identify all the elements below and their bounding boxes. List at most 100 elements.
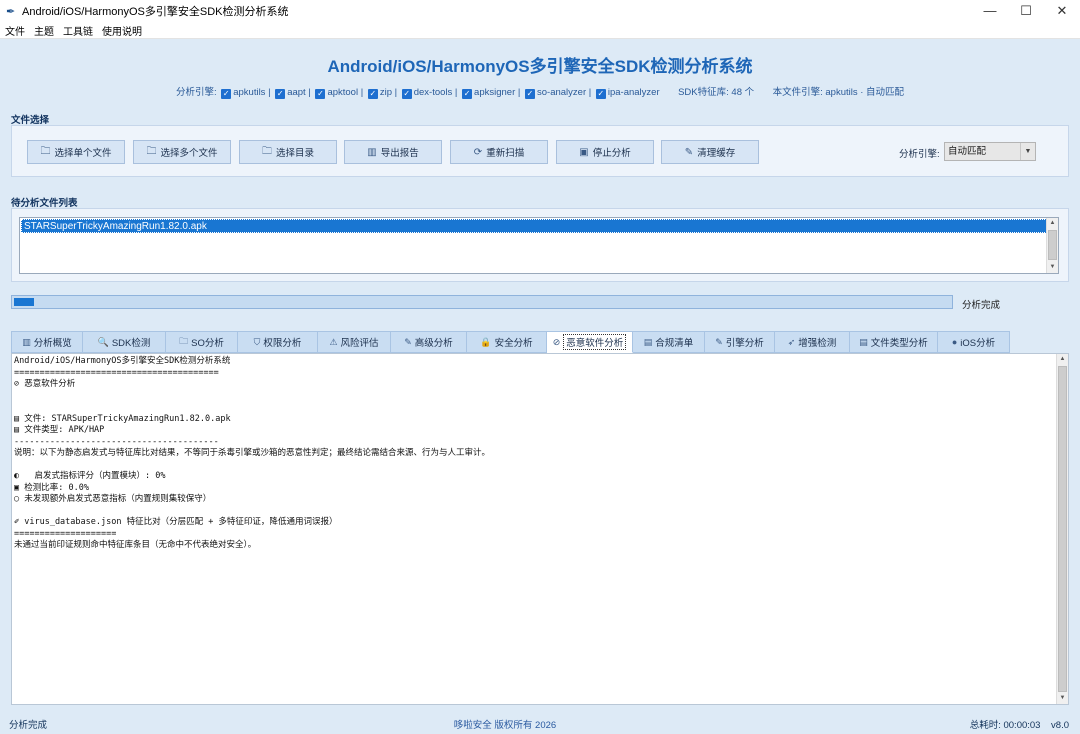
- tab-4[interactable]: ⚠ 风险评估: [318, 331, 391, 353]
- engine-name: dex-tools: [413, 87, 453, 98]
- scroll-up-icon[interactable]: ▲: [1047, 218, 1058, 229]
- rocket-icon: ➶: [787, 336, 796, 347]
- tab-8[interactable]: ▤ 合规清单: [633, 331, 705, 353]
- engine-name: zip: [379, 87, 392, 98]
- tab-10[interactable]: ➶ 增强检测: [775, 331, 850, 353]
- select-files-button[interactable]: 🗀 选择多个文件: [133, 140, 231, 164]
- button-label: 选择目录: [275, 148, 314, 159]
- menu-theme[interactable]: 主题: [34, 23, 54, 38]
- tab-label: 风险评估: [340, 338, 379, 349]
- tab-label: 高级分析: [414, 338, 453, 349]
- scroll-down-icon[interactable]: ▼: [1057, 693, 1068, 704]
- stop-button[interactable]: ▣ 停止分析: [556, 140, 654, 164]
- output-line: ◯ 未发现额外启发式恶意指标（内置规则集较保守）: [14, 494, 212, 504]
- minimize-button[interactable]: —: [972, 0, 1008, 22]
- title-bar: ✒ Android/iOS/HarmonyOS多引擎安全SDK检测分析系统 — …: [0, 0, 1080, 22]
- tab-1[interactable]: 🔍 SDK检测: [83, 331, 166, 353]
- engine-bar: 分析引擎: ✓ apkutils | ✓ aapt | ✓ apktool | ✓ zi…: [175, 87, 905, 99]
- rescan-button[interactable]: ⟳ 重新扫描: [450, 140, 548, 164]
- clear-cache-button[interactable]: ✎ 清理缓存: [661, 140, 759, 164]
- engine-select-value: 自动匹配: [948, 146, 987, 157]
- select-file-button[interactable]: 🗀 选择单个文件: [27, 140, 125, 164]
- tab-0[interactable]: ▥ 分析概览: [11, 331, 83, 353]
- tab-11[interactable]: ▤ 文件类型分析: [850, 331, 938, 353]
- checkbox-apkutils[interactable]: ✓: [221, 89, 232, 99]
- folder-icon: 🗀: [146, 145, 157, 157]
- checkbox-so-analyzer[interactable]: ✓: [525, 89, 535, 99]
- tab-label: SDK检测: [111, 338, 151, 349]
- output-text: Android/iOS/HarmonyOS多引擎安全SDK检测分析系统 =====…: [14, 356, 490, 552]
- tab-bar: ▥ 分析概览 🔍 SDK检测 🗀 SO分析 ⛉ 权限分析 ⚠ 风险评估 ✎ 高级分析 🔒 安全分析 ⊘ 恶意软…: [11, 331, 1010, 353]
- tab-3[interactable]: ⛉ 权限分析: [238, 331, 318, 353]
- tab-label: 安全分析: [494, 338, 533, 349]
- select-dir-button[interactable]: 🗀 选择目录: [239, 140, 337, 164]
- checkbox-aapt[interactable]: ✓: [275, 89, 286, 99]
- scroll-up-icon[interactable]: ▲: [1057, 354, 1068, 365]
- engine-name: apktool: [327, 87, 359, 98]
- maximize-button[interactable]: ☐: [1008, 0, 1044, 22]
- engine-name: so-analyzer: [537, 87, 587, 98]
- menu-help[interactable]: 使用说明: [102, 23, 142, 38]
- button-label: 重新扫描: [486, 148, 525, 159]
- output-text-area[interactable]: Android/iOS/HarmonyOS多引擎安全SDK检测分析系统 =====…: [11, 353, 1069, 705]
- tab-2[interactable]: 🗀 SO分析: [166, 331, 238, 353]
- chevron-down-icon[interactable]: ▼: [1020, 143, 1035, 160]
- output-line: ✐ virus_database.json 特征比对（分层匹配 + 多特征印证，…: [14, 517, 338, 527]
- button-label: 清理缓存: [697, 148, 736, 159]
- menu-file[interactable]: 文件: [5, 23, 25, 38]
- button-label: 导出报告: [380, 148, 419, 159]
- button-label: 停止分析: [592, 148, 631, 159]
- lock-icon: 🔒: [480, 336, 492, 347]
- export-report-button[interactable]: ▥ 导出报告: [344, 140, 442, 164]
- engine-name: ipa-analyzer: [607, 87, 660, 98]
- folder-icon: 🗀: [179, 336, 189, 346]
- file-list[interactable]: STARSuperTrickyAmazingRun1.82.0.apk ▲ ▼: [19, 217, 1059, 274]
- apple-icon: ●: [951, 337, 958, 347]
- tab-9[interactable]: ✎ 引擎分析: [705, 331, 775, 353]
- file-list-scrollbar[interactable]: ▲ ▼: [1046, 218, 1058, 273]
- list-item[interactable]: STARSuperTrickyAmazingRun1.82.0.apk: [21, 219, 1047, 233]
- status-right: 总耗时: 00:00:03 v8.0: [970, 717, 1069, 731]
- progress-fill: [12, 296, 36, 308]
- checkbox-apksigner[interactable]: ✓: [462, 89, 473, 99]
- refresh-icon: ⟳: [473, 146, 483, 158]
- menu-toolchain[interactable]: 工具链: [63, 23, 93, 38]
- link-icon: ⊘: [552, 336, 561, 347]
- checkbox-ipa-analyzer[interactable]: ✓: [595, 89, 606, 99]
- checkbox-dex-tools[interactable]: ✓: [401, 89, 412, 99]
- document-icon: ▤: [643, 336, 653, 347]
- engine-select[interactable]: 自动匹配 ▼: [944, 142, 1036, 161]
- chart-icon: ▥: [367, 146, 377, 158]
- pencil-icon: ✎: [404, 336, 412, 347]
- tab-7[interactable]: ⊘ 恶意软件分析: [547, 331, 633, 353]
- tab-label: 分析概览: [33, 338, 72, 349]
- output-line: ----------------------------------------: [14, 436, 219, 447]
- output-line: ========================================: [14, 367, 219, 378]
- warning-icon: ⚠: [329, 336, 338, 347]
- progress-bar: [11, 295, 953, 309]
- search-icon: 🔍: [97, 336, 109, 347]
- output-line: ⊘ 恶意软件分析: [14, 379, 76, 389]
- close-button[interactable]: ✕: [1044, 0, 1080, 22]
- feather-icon: ✒: [6, 5, 16, 18]
- tab-12[interactable]: ● iOS分析: [938, 331, 1010, 353]
- scroll-thumb[interactable]: [1048, 230, 1057, 260]
- tab-5[interactable]: ✎ 高级分析: [391, 331, 467, 353]
- tab-label: 权限分析: [263, 338, 302, 349]
- checkbox-zip[interactable]: ✓: [367, 89, 378, 99]
- engine-name: apksigner: [474, 87, 516, 98]
- tab-6[interactable]: 🔒 安全分析: [467, 331, 547, 353]
- scroll-thumb[interactable]: [1058, 366, 1067, 692]
- output-line: ▤ 文件类型: APK/HAP: [14, 425, 105, 435]
- scroll-down-icon[interactable]: ▼: [1047, 262, 1058, 273]
- output-line: ▤ 文件: STARSuperTrickyAmazingRun1.82.0.ap…: [14, 413, 231, 424]
- tab-label: 引擎分析: [725, 338, 764, 349]
- engine-label: 分析引擎:: [175, 87, 217, 98]
- engine-name: apkutils: [233, 87, 266, 98]
- checkbox-apktool[interactable]: ✓: [315, 89, 326, 99]
- tab-label: SO分析: [191, 338, 224, 349]
- tab-label: 合规清单: [655, 338, 694, 349]
- output-scrollbar[interactable]: ▲ ▼: [1056, 354, 1068, 704]
